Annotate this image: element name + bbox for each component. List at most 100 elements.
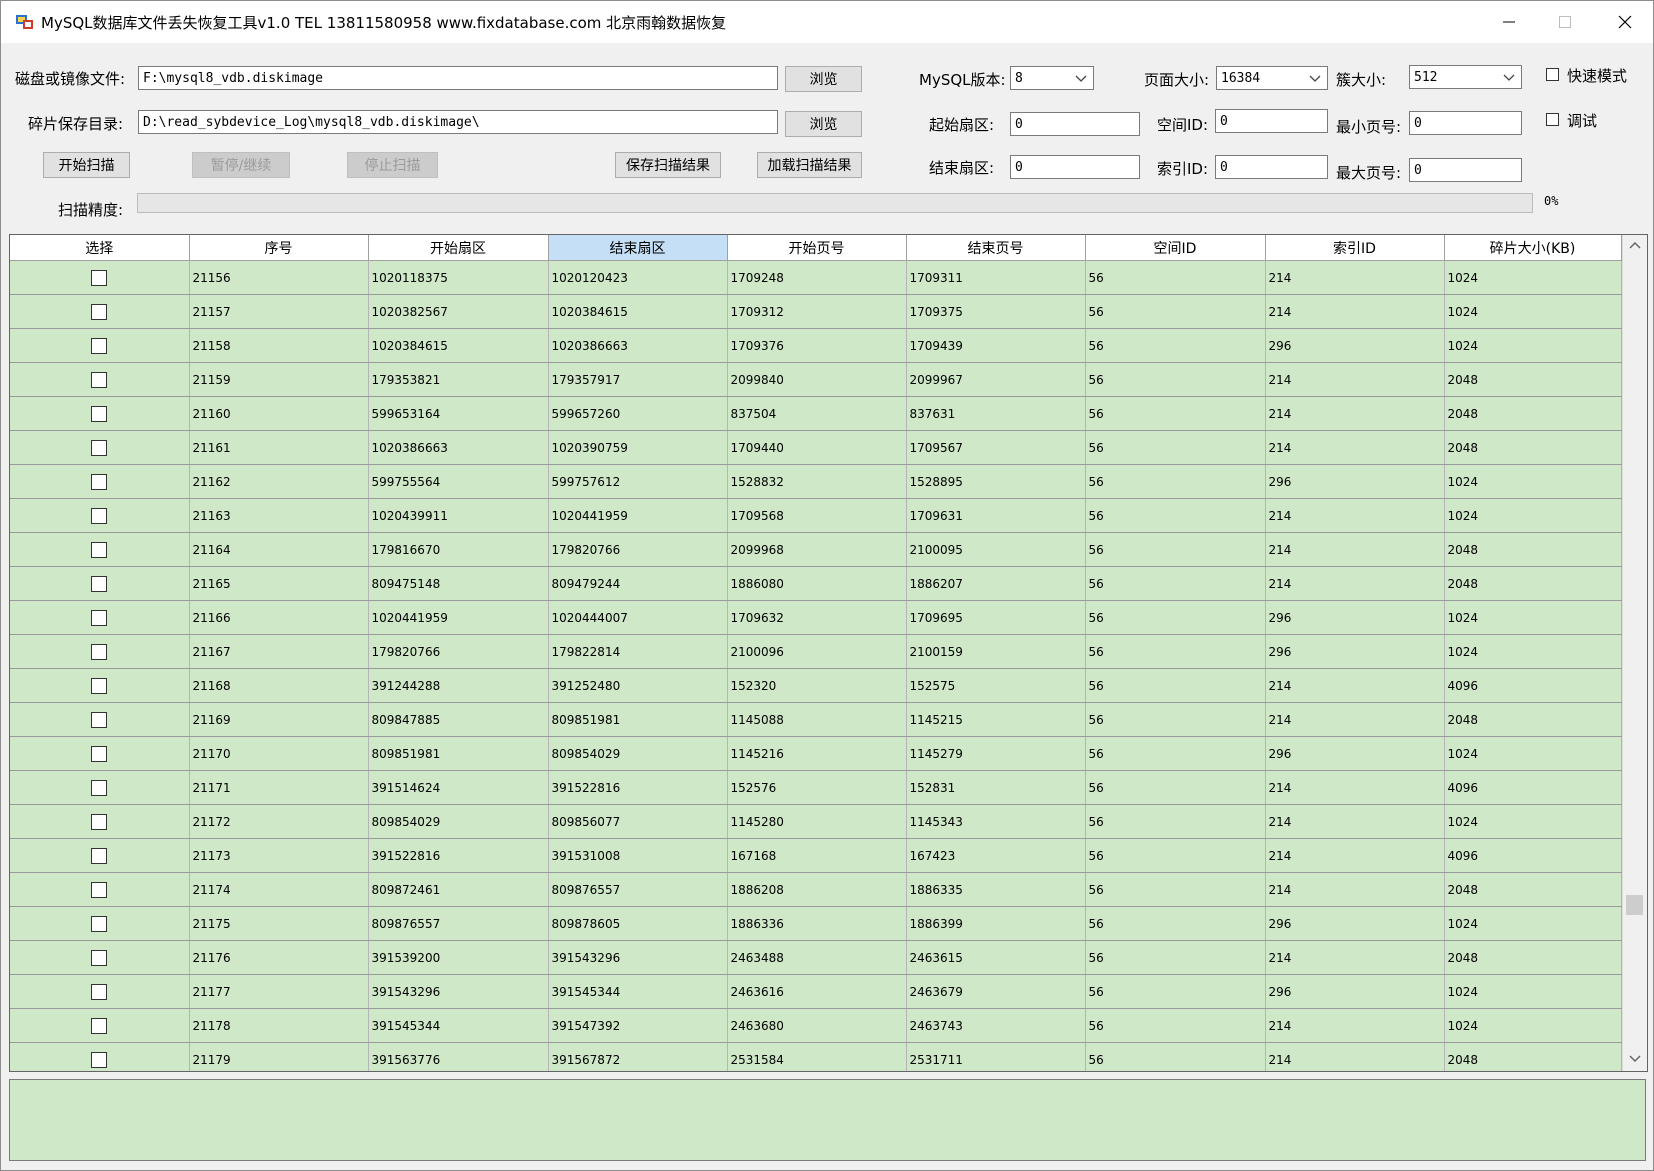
table-cell[interactable]: 56 bbox=[1085, 872, 1266, 907]
column-header[interactable]: 结束扇区 bbox=[548, 235, 728, 261]
table-cell[interactable]: 2463615 bbox=[906, 940, 1086, 975]
table-cell[interactable]: 1145088 bbox=[727, 702, 907, 737]
table-cell[interactable]: 1709695 bbox=[906, 600, 1086, 635]
table-cell[interactable]: 1528895 bbox=[906, 464, 1086, 499]
table-cell[interactable]: 296 bbox=[1265, 464, 1445, 499]
row-checkbox[interactable] bbox=[91, 711, 108, 728]
table-cell[interactable]: 1020439911 bbox=[368, 498, 549, 533]
table-row[interactable]: 21169 809847885 809851981 1145088 1145215 56 2… bbox=[10, 702, 1622, 737]
table-cell[interactable]: 21177 bbox=[189, 974, 369, 1009]
row-checkbox[interactable] bbox=[91, 405, 108, 422]
table-cell[interactable]: 214 bbox=[1265, 804, 1445, 839]
table-cell[interactable]: 391563776 bbox=[368, 1042, 549, 1071]
table-cell[interactable]: 152831 bbox=[906, 770, 1086, 805]
row-select-cell[interactable] bbox=[10, 498, 190, 533]
table-cell[interactable]: 21170 bbox=[189, 736, 369, 771]
table-cell[interactable]: 1886335 bbox=[906, 872, 1086, 907]
table-cell[interactable]: 1020441959 bbox=[368, 600, 549, 635]
table-row[interactable]: 21159 179353821 179357917 2099840 2099967 56 2… bbox=[10, 362, 1622, 397]
table-cell[interactable]: 809854029 bbox=[548, 736, 728, 771]
table-cell[interactable]: 809854029 bbox=[368, 804, 549, 839]
table-cell[interactable]: 2048 bbox=[1444, 532, 1622, 567]
table-cell[interactable]: 21159 bbox=[189, 362, 369, 397]
table-cell[interactable]: 2463488 bbox=[727, 940, 907, 975]
results-grid[interactable]: 选择 序号 开始扇区 结束扇区 开始页号 结束页号 空间ID 索引ID 碎片大小(KB) 211… bbox=[9, 234, 1648, 1072]
max-page-input[interactable]: 0 bbox=[1409, 158, 1522, 182]
table-cell[interactable]: 56 bbox=[1085, 328, 1266, 363]
scroll-up-icon[interactable] bbox=[1629, 241, 1641, 249]
table-cell[interactable]: 56 bbox=[1085, 260, 1266, 295]
table-cell[interactable]: 214 bbox=[1265, 838, 1445, 873]
table-cell[interactable]: 1024 bbox=[1444, 600, 1622, 635]
row-select-cell[interactable] bbox=[10, 804, 190, 839]
end-sector-input[interactable]: 0 bbox=[1010, 155, 1140, 179]
table-cell[interactable]: 2463616 bbox=[727, 974, 907, 1009]
column-header[interactable]: 开始页号 bbox=[727, 235, 907, 261]
table-cell[interactable]: 1709632 bbox=[727, 600, 907, 635]
table-row[interactable]: 21175 809876557 809878605 1886336 1886399 56 2… bbox=[10, 906, 1622, 941]
table-cell[interactable]: 4096 bbox=[1444, 668, 1622, 703]
table-cell[interactable]: 1886336 bbox=[727, 906, 907, 941]
table-cell[interactable]: 809878605 bbox=[548, 906, 728, 941]
table-row[interactable]: 21163 1020439911 1020441959 1709568 1709631 5… bbox=[10, 498, 1622, 533]
row-checkbox[interactable] bbox=[91, 303, 108, 320]
table-cell[interactable]: 21176 bbox=[189, 940, 369, 975]
table-row[interactable]: 21165 809475148 809479244 1886080 1886207 56 2… bbox=[10, 566, 1622, 601]
table-row[interactable]: 21166 1020441959 1020444007 1709632 1709695 5… bbox=[10, 600, 1622, 635]
row-select-cell[interactable] bbox=[10, 702, 190, 737]
mysql-version-select[interactable]: 8 bbox=[1010, 66, 1094, 90]
table-cell[interactable]: 2099968 bbox=[727, 532, 907, 567]
table-cell[interactable]: 1024 bbox=[1444, 464, 1622, 499]
table-cell[interactable]: 56 bbox=[1085, 430, 1266, 465]
table-cell[interactable]: 2048 bbox=[1444, 566, 1622, 601]
table-cell[interactable]: 391543296 bbox=[548, 940, 728, 975]
row-checkbox[interactable] bbox=[91, 677, 108, 694]
scrollbar-thumb[interactable] bbox=[1626, 895, 1643, 915]
table-cell[interactable]: 1145280 bbox=[727, 804, 907, 839]
table-cell[interactable]: 1886080 bbox=[727, 566, 907, 601]
table-cell[interactable]: 391545344 bbox=[548, 974, 728, 1009]
table-cell[interactable]: 21174 bbox=[189, 872, 369, 907]
row-select-cell[interactable] bbox=[10, 872, 190, 907]
table-cell[interactable]: 2048 bbox=[1444, 940, 1622, 975]
table-row[interactable]: 21178 391545344 391547392 2463680 2463743 56 2… bbox=[10, 1008, 1622, 1043]
table-cell[interactable]: 56 bbox=[1085, 1042, 1266, 1071]
table-cell[interactable]: 21167 bbox=[189, 634, 369, 669]
row-select-cell[interactable] bbox=[10, 532, 190, 567]
row-select-cell[interactable] bbox=[10, 974, 190, 1009]
table-cell[interactable]: 599755564 bbox=[368, 464, 549, 499]
table-cell[interactable]: 56 bbox=[1085, 770, 1266, 805]
row-checkbox[interactable] bbox=[91, 575, 108, 592]
table-cell[interactable]: 179820766 bbox=[368, 634, 549, 669]
table-cell[interactable]: 56 bbox=[1085, 940, 1266, 975]
table-cell[interactable]: 167423 bbox=[906, 838, 1086, 873]
row-select-cell[interactable] bbox=[10, 600, 190, 635]
row-select-cell[interactable] bbox=[10, 940, 190, 975]
page-size-select[interactable]: 16384 bbox=[1216, 66, 1328, 90]
row-select-cell[interactable] bbox=[10, 838, 190, 873]
table-cell[interactable]: 167168 bbox=[727, 838, 907, 873]
row-checkbox[interactable] bbox=[91, 949, 108, 966]
table-cell[interactable]: 214 bbox=[1265, 1008, 1445, 1043]
debug-checkbox[interactable] bbox=[1546, 113, 1559, 126]
table-cell[interactable]: 21172 bbox=[189, 804, 369, 839]
row-select-cell[interactable] bbox=[10, 396, 190, 431]
table-cell[interactable]: 599757612 bbox=[548, 464, 728, 499]
table-cell[interactable]: 56 bbox=[1085, 396, 1266, 431]
table-cell[interactable]: 1145215 bbox=[906, 702, 1086, 737]
table-cell[interactable]: 809856077 bbox=[548, 804, 728, 839]
table-cell[interactable]: 56 bbox=[1085, 600, 1266, 635]
table-row[interactable]: 21167 179820766 179822814 2100096 2100159 56 2… bbox=[10, 634, 1622, 669]
row-select-cell[interactable] bbox=[10, 328, 190, 363]
row-select-cell[interactable] bbox=[10, 770, 190, 805]
table-cell[interactable]: 21157 bbox=[189, 294, 369, 329]
row-checkbox[interactable] bbox=[91, 1051, 108, 1068]
table-cell[interactable]: 1709567 bbox=[906, 430, 1086, 465]
table-cell[interactable]: 1020441959 bbox=[548, 498, 728, 533]
minimize-button[interactable] bbox=[1481, 1, 1537, 43]
table-cell[interactable]: 56 bbox=[1085, 804, 1266, 839]
vertical-scrollbar[interactable] bbox=[1622, 235, 1647, 1071]
scroll-down-icon[interactable] bbox=[1629, 1055, 1641, 1063]
row-select-cell[interactable] bbox=[10, 906, 190, 941]
table-cell[interactable]: 391244288 bbox=[368, 668, 549, 703]
